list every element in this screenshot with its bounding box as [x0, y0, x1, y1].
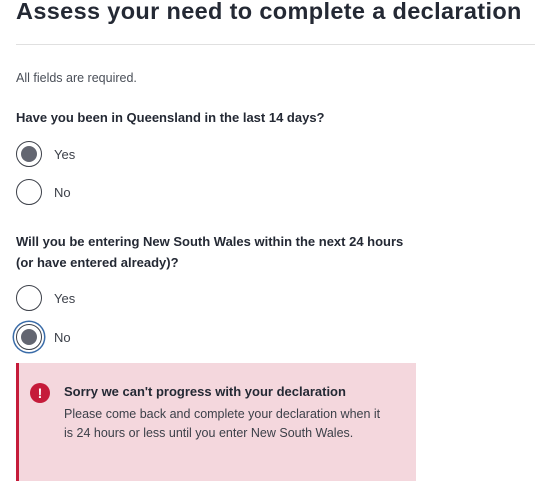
radio-button-checked[interactable] [16, 324, 42, 350]
error-message: Please come back and complete your decla… [64, 407, 381, 440]
title-divider [16, 44, 535, 45]
question-nsw-label: Will you be entering New South Wales wit… [16, 234, 404, 270]
radio-option-nsw-no[interactable]: No [16, 324, 71, 350]
exclamation-icon: ! [30, 383, 50, 403]
error-title: Sorry we can't progress with your declar… [64, 384, 346, 399]
radio-option-queensland-no[interactable]: No [16, 179, 71, 205]
radio-button-unchecked[interactable] [16, 179, 42, 205]
radio-option-queensland-yes[interactable]: Yes [16, 141, 75, 167]
error-callout: ! Sorry we can't progress with your decl… [16, 363, 416, 481]
radio-label-no: No [54, 184, 71, 200]
required-fields-note: All fields are required. [16, 71, 137, 85]
radio-option-nsw-yes[interactable]: Yes [16, 285, 75, 311]
radio-label-no: No [54, 329, 71, 345]
radio-label-yes: Yes [54, 290, 76, 306]
radio-button-unchecked[interactable] [16, 285, 42, 311]
question-queensland-label: Have you been in Queensland in the last … [16, 110, 325, 125]
radio-button-checked[interactable] [16, 141, 42, 167]
radio-label-yes: Yes [54, 146, 76, 162]
page-title: Assess your need to complete a declarati… [16, 0, 522, 24]
